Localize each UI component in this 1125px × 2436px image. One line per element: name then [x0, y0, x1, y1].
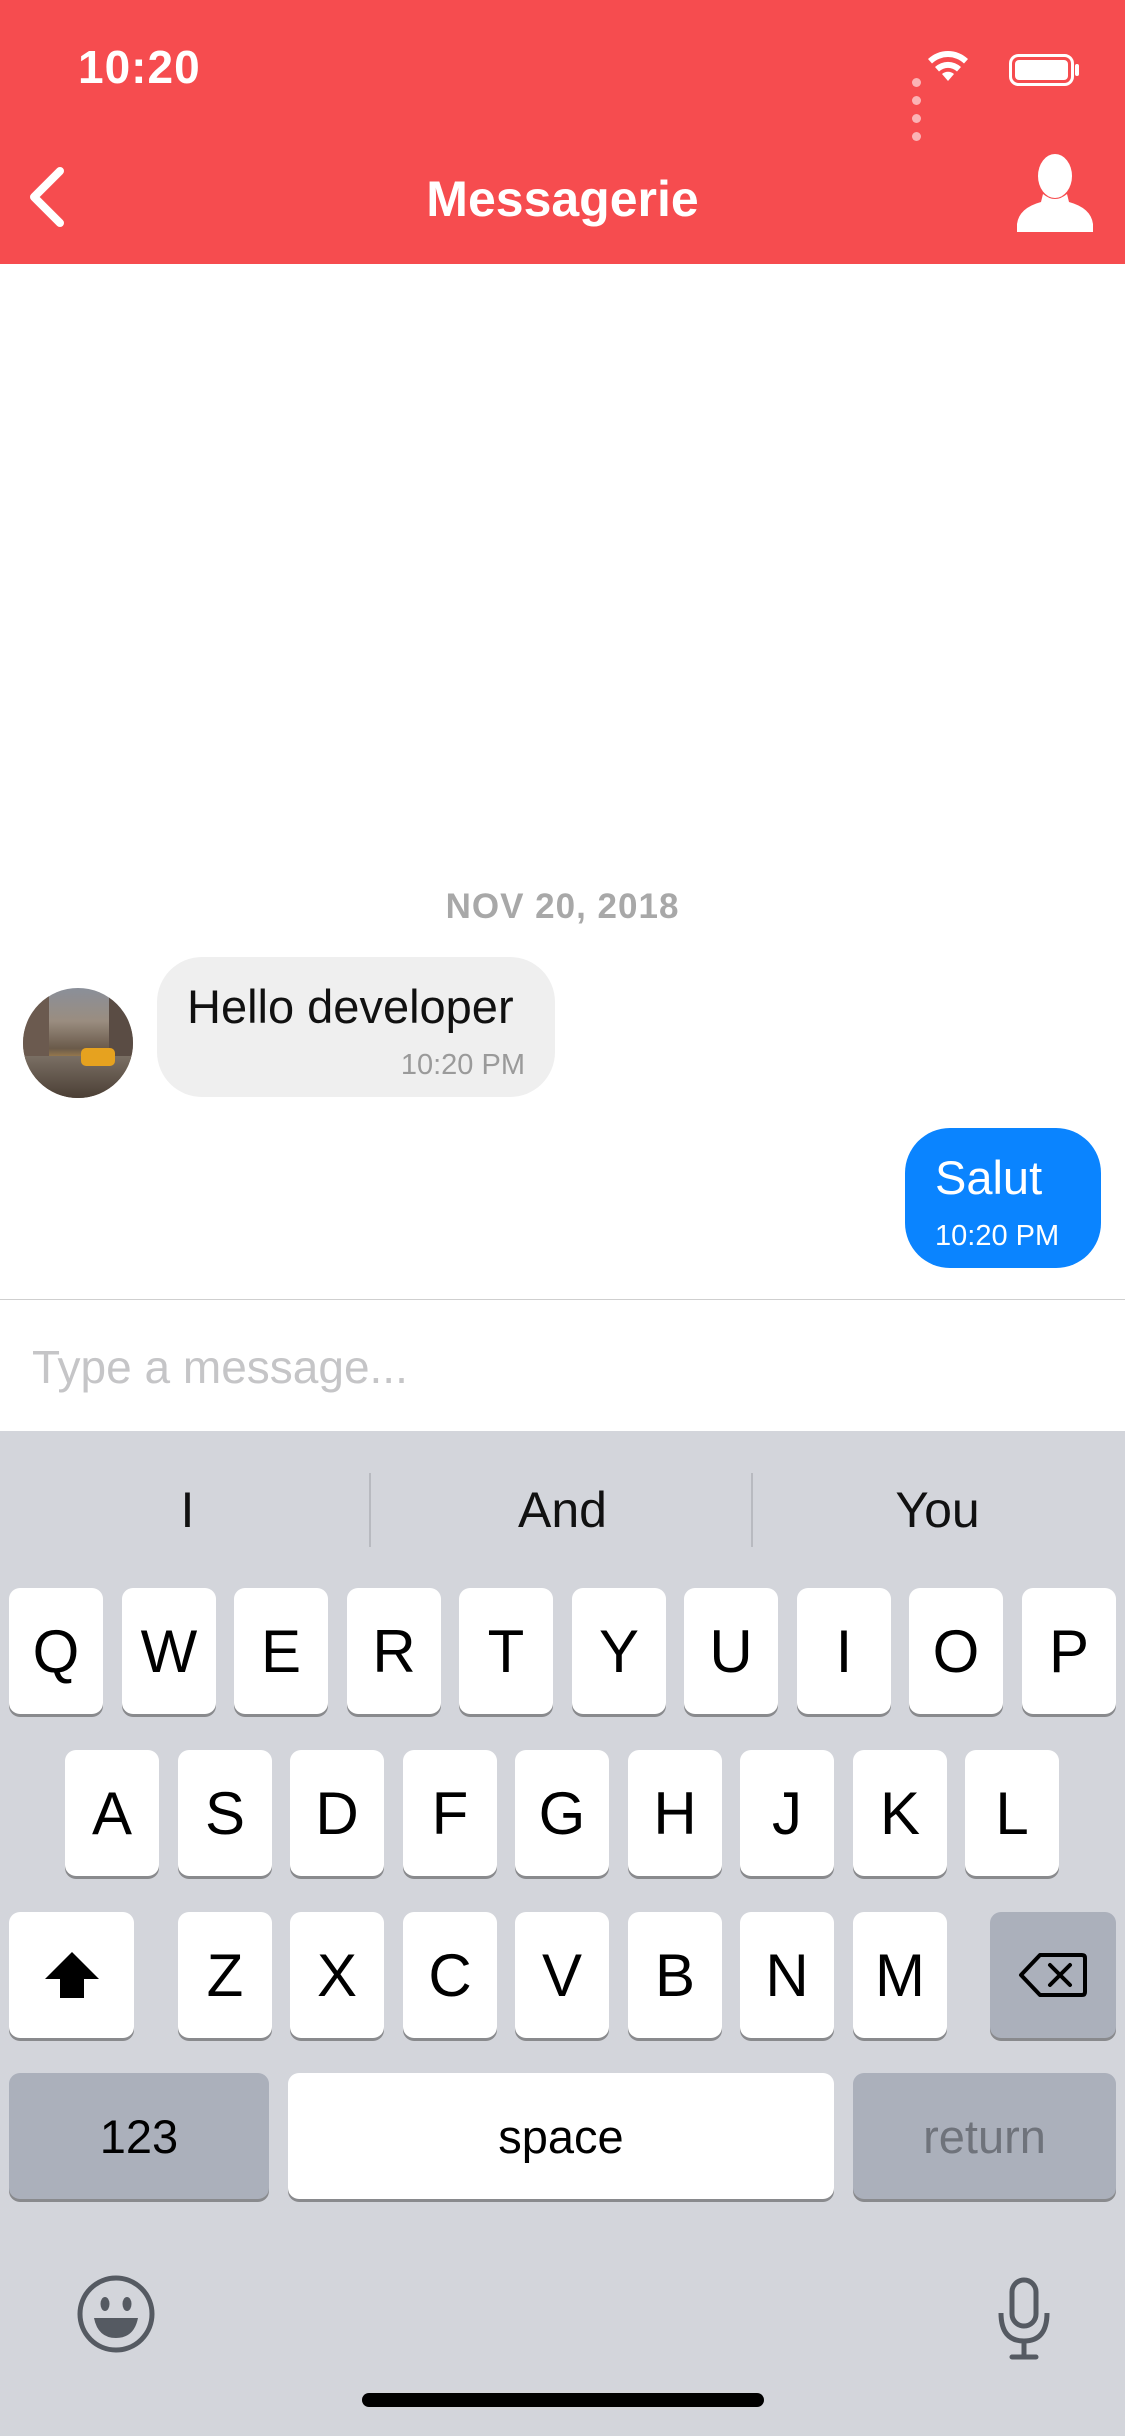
outgoing-message-bubble[interactable]: Salut 10:20 PM — [905, 1128, 1101, 1268]
key-k[interactable]: K — [853, 1750, 947, 1876]
key-x[interactable]: X — [290, 1912, 384, 2038]
key-e[interactable]: E — [234, 1588, 328, 1714]
key-y[interactable]: Y — [572, 1588, 666, 1714]
space-key-label: space — [498, 2109, 624, 2163]
key-q[interactable]: Q — [9, 1588, 103, 1714]
battery-icon — [1009, 54, 1079, 86]
numbers-key[interactable]: 123 — [9, 2073, 269, 2199]
key-d[interactable]: D — [290, 1750, 384, 1876]
suggestion-1[interactable]: I — [0, 1481, 375, 1539]
key-z[interactable]: Z — [178, 1912, 272, 2038]
key-m[interactable]: M — [853, 1912, 947, 2038]
message-time: 10:20 PM — [935, 1220, 1060, 1252]
home-indicator[interactable] — [362, 2393, 764, 2407]
message-text: Salut — [935, 1151, 1043, 1204]
key-c[interactable]: C — [403, 1912, 497, 2038]
delete-key[interactable] — [990, 1912, 1116, 2038]
key-p[interactable]: P — [1022, 1588, 1116, 1714]
key-h[interactable]: H — [628, 1750, 722, 1876]
status-time: 10:20 — [78, 41, 201, 93]
message-time: 10:20 PM — [400, 1049, 525, 1081]
key-t[interactable]: T — [459, 1588, 553, 1714]
date-separator: NOV 20, 2018 — [445, 887, 680, 926]
message-composer[interactable]: Type a message... — [0, 1299, 1125, 1432]
microphone-icon[interactable] — [995, 2277, 1053, 2361]
return-key[interactable]: return — [853, 2073, 1116, 2199]
key-u[interactable]: U — [684, 1588, 778, 1714]
key-v[interactable]: V — [515, 1912, 609, 2038]
key-j[interactable]: J — [740, 1750, 834, 1876]
return-key-label: return — [923, 2109, 1046, 2163]
suggestion-3[interactable]: You — [750, 1481, 1125, 1539]
numbers-key-label: 123 — [99, 2109, 179, 2163]
key-s[interactable]: S — [178, 1750, 272, 1876]
key-f[interactable]: F — [403, 1750, 497, 1876]
backspace-icon — [1019, 1953, 1087, 1997]
emoji-icon[interactable] — [76, 2274, 156, 2354]
message-text: Hello developer — [187, 980, 514, 1033]
key-w[interactable]: W — [122, 1588, 216, 1714]
keyboard: I And You Q W E R T Y U I O P A S D F G … — [0, 1431, 1125, 2436]
key-o[interactable]: O — [909, 1588, 1003, 1714]
profile-icon[interactable] — [1015, 152, 1095, 232]
key-l[interactable]: L — [965, 1750, 1059, 1876]
key-i[interactable]: I — [797, 1588, 891, 1714]
key-n[interactable]: N — [740, 1912, 834, 2038]
key-a[interactable]: A — [65, 1750, 159, 1876]
page-title: Messagerie — [426, 171, 699, 227]
cellular-signal-icon — [906, 74, 921, 146]
shift-key[interactable] — [9, 1912, 134, 2038]
wifi-icon — [928, 51, 968, 81]
avatar[interactable] — [23, 988, 133, 1098]
incoming-message-bubble[interactable]: Hello developer 10:20 PM — [157, 957, 555, 1097]
suggestion-divider — [369, 1473, 371, 1547]
key-r[interactable]: R — [347, 1588, 441, 1714]
shift-icon — [44, 1952, 99, 1998]
key-b[interactable]: B — [628, 1912, 722, 2038]
navigation-header: 10:20 Messagerie — [0, 0, 1125, 264]
message-input[interactable]: Type a message... — [32, 1340, 408, 1394]
space-key[interactable]: space — [288, 2073, 834, 2199]
key-g[interactable]: G — [515, 1750, 609, 1876]
suggestion-2[interactable]: And — [375, 1481, 750, 1539]
